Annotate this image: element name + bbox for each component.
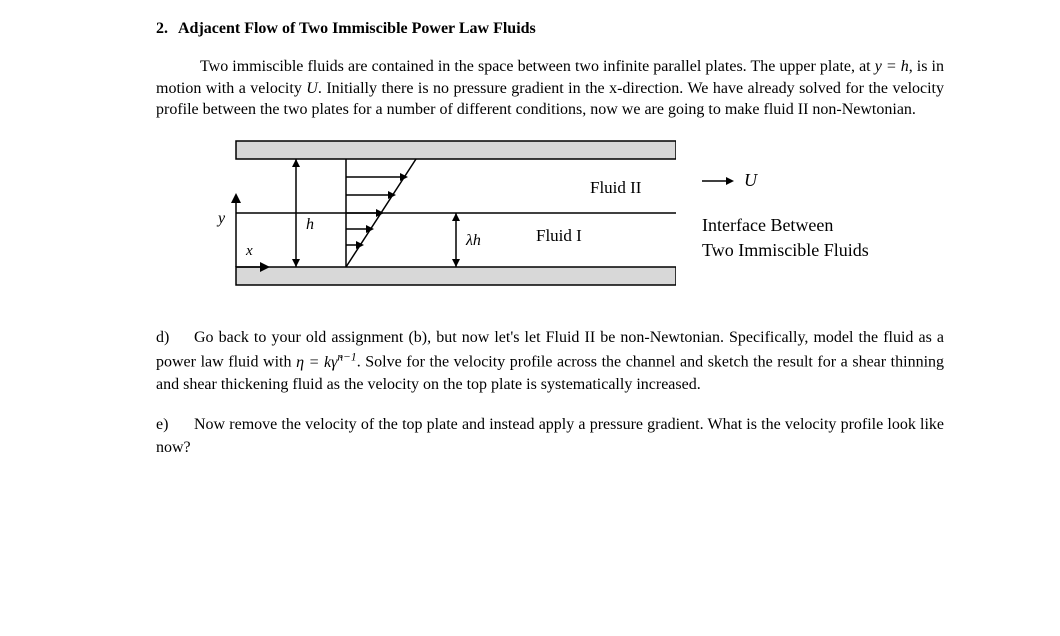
intro-U: U xyxy=(306,80,318,97)
question-d-label: d) xyxy=(156,327,194,349)
label-fluid1: Fluid I xyxy=(536,226,582,245)
label-U: U xyxy=(744,170,757,191)
section-heading: 2. Adjacent Flow of Two Immiscible Power … xyxy=(156,20,944,38)
question-e: e)Now remove the velocity of the top pla… xyxy=(156,414,944,459)
interface-line1: Interface Between xyxy=(702,213,869,238)
arrow-right-icon xyxy=(702,174,736,188)
question-d: d)Go back to your old assignment (b), bu… xyxy=(156,327,944,397)
section-title: Adjacent Flow of Two Immiscible Power La… xyxy=(178,20,536,37)
intro-eq-yh: y = h xyxy=(875,58,909,75)
axis-x-label: x xyxy=(245,243,253,259)
axis-y-label: y xyxy=(216,210,226,227)
intro-paragraph: Two immiscible fluids are contained in t… xyxy=(156,56,944,121)
intro-text-a: Two immiscible fluids are contained in t… xyxy=(200,58,875,75)
question-d-eq: η = kγ̇n−1 xyxy=(296,354,357,371)
interface-line2: Two Immiscible Fluids xyxy=(702,238,869,263)
question-e-label: e) xyxy=(156,414,194,436)
label-h: h xyxy=(306,216,314,233)
question-d-exp: n−1 xyxy=(337,351,356,363)
figure: y x h λh Fl xyxy=(196,137,944,297)
interface-label: Interface Between Two Immiscible Fluids xyxy=(702,213,869,263)
page-container: 2. Adjacent Flow of Two Immiscible Power … xyxy=(0,0,1060,497)
label-fluid2: Fluid II xyxy=(590,178,642,197)
figure-svg: y x h λh Fl xyxy=(196,137,676,297)
figure-side-labels: U Interface Between Two Immiscible Fluid… xyxy=(702,170,869,263)
section-number: 2. xyxy=(156,20,168,38)
label-lambda-h: λh xyxy=(465,232,481,249)
question-e-text: Now remove the velocity of the top plate… xyxy=(156,416,944,455)
